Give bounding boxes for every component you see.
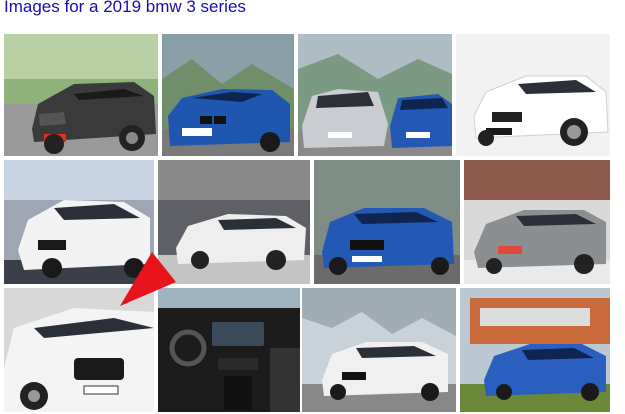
silver-blue-cars-image [298,34,452,156]
interior-dashboard-image [158,288,300,412]
image-thumbnail-3[interactable] [298,34,452,156]
image-thumbnail-6[interactable] [158,160,310,284]
image-thumbnail-5[interactable] [4,160,154,284]
camouflaged-car-image [4,34,158,156]
image-thumbnail-11[interactable] [302,288,456,412]
blue-car-building-image [460,288,610,412]
white-car-showroom-image [158,160,310,284]
blue-car-mountain-image [162,34,294,156]
white-car-closeup-image [4,288,154,412]
image-thumbnail-2[interactable] [162,34,294,156]
blue-car-front-image [314,160,460,284]
white-car-studio-image [456,34,610,156]
image-thumbnail-9[interactable] [4,288,154,412]
image-thumbnail-4[interactable] [456,34,610,156]
white-car-autoshow-image [4,160,154,284]
camouflaged-car-snow-image [464,160,610,284]
image-thumbnail-12[interactable] [460,288,610,412]
image-results-heading[interactable]: Images for a 2019 bmw 3 series [4,0,246,21]
image-thumbnail-8[interactable] [464,160,610,284]
white-car-mountains-image [302,288,456,412]
image-thumbnail-10[interactable] [158,288,300,412]
image-thumbnail-1[interactable] [4,34,158,156]
image-thumbnail-7[interactable] [314,160,460,284]
